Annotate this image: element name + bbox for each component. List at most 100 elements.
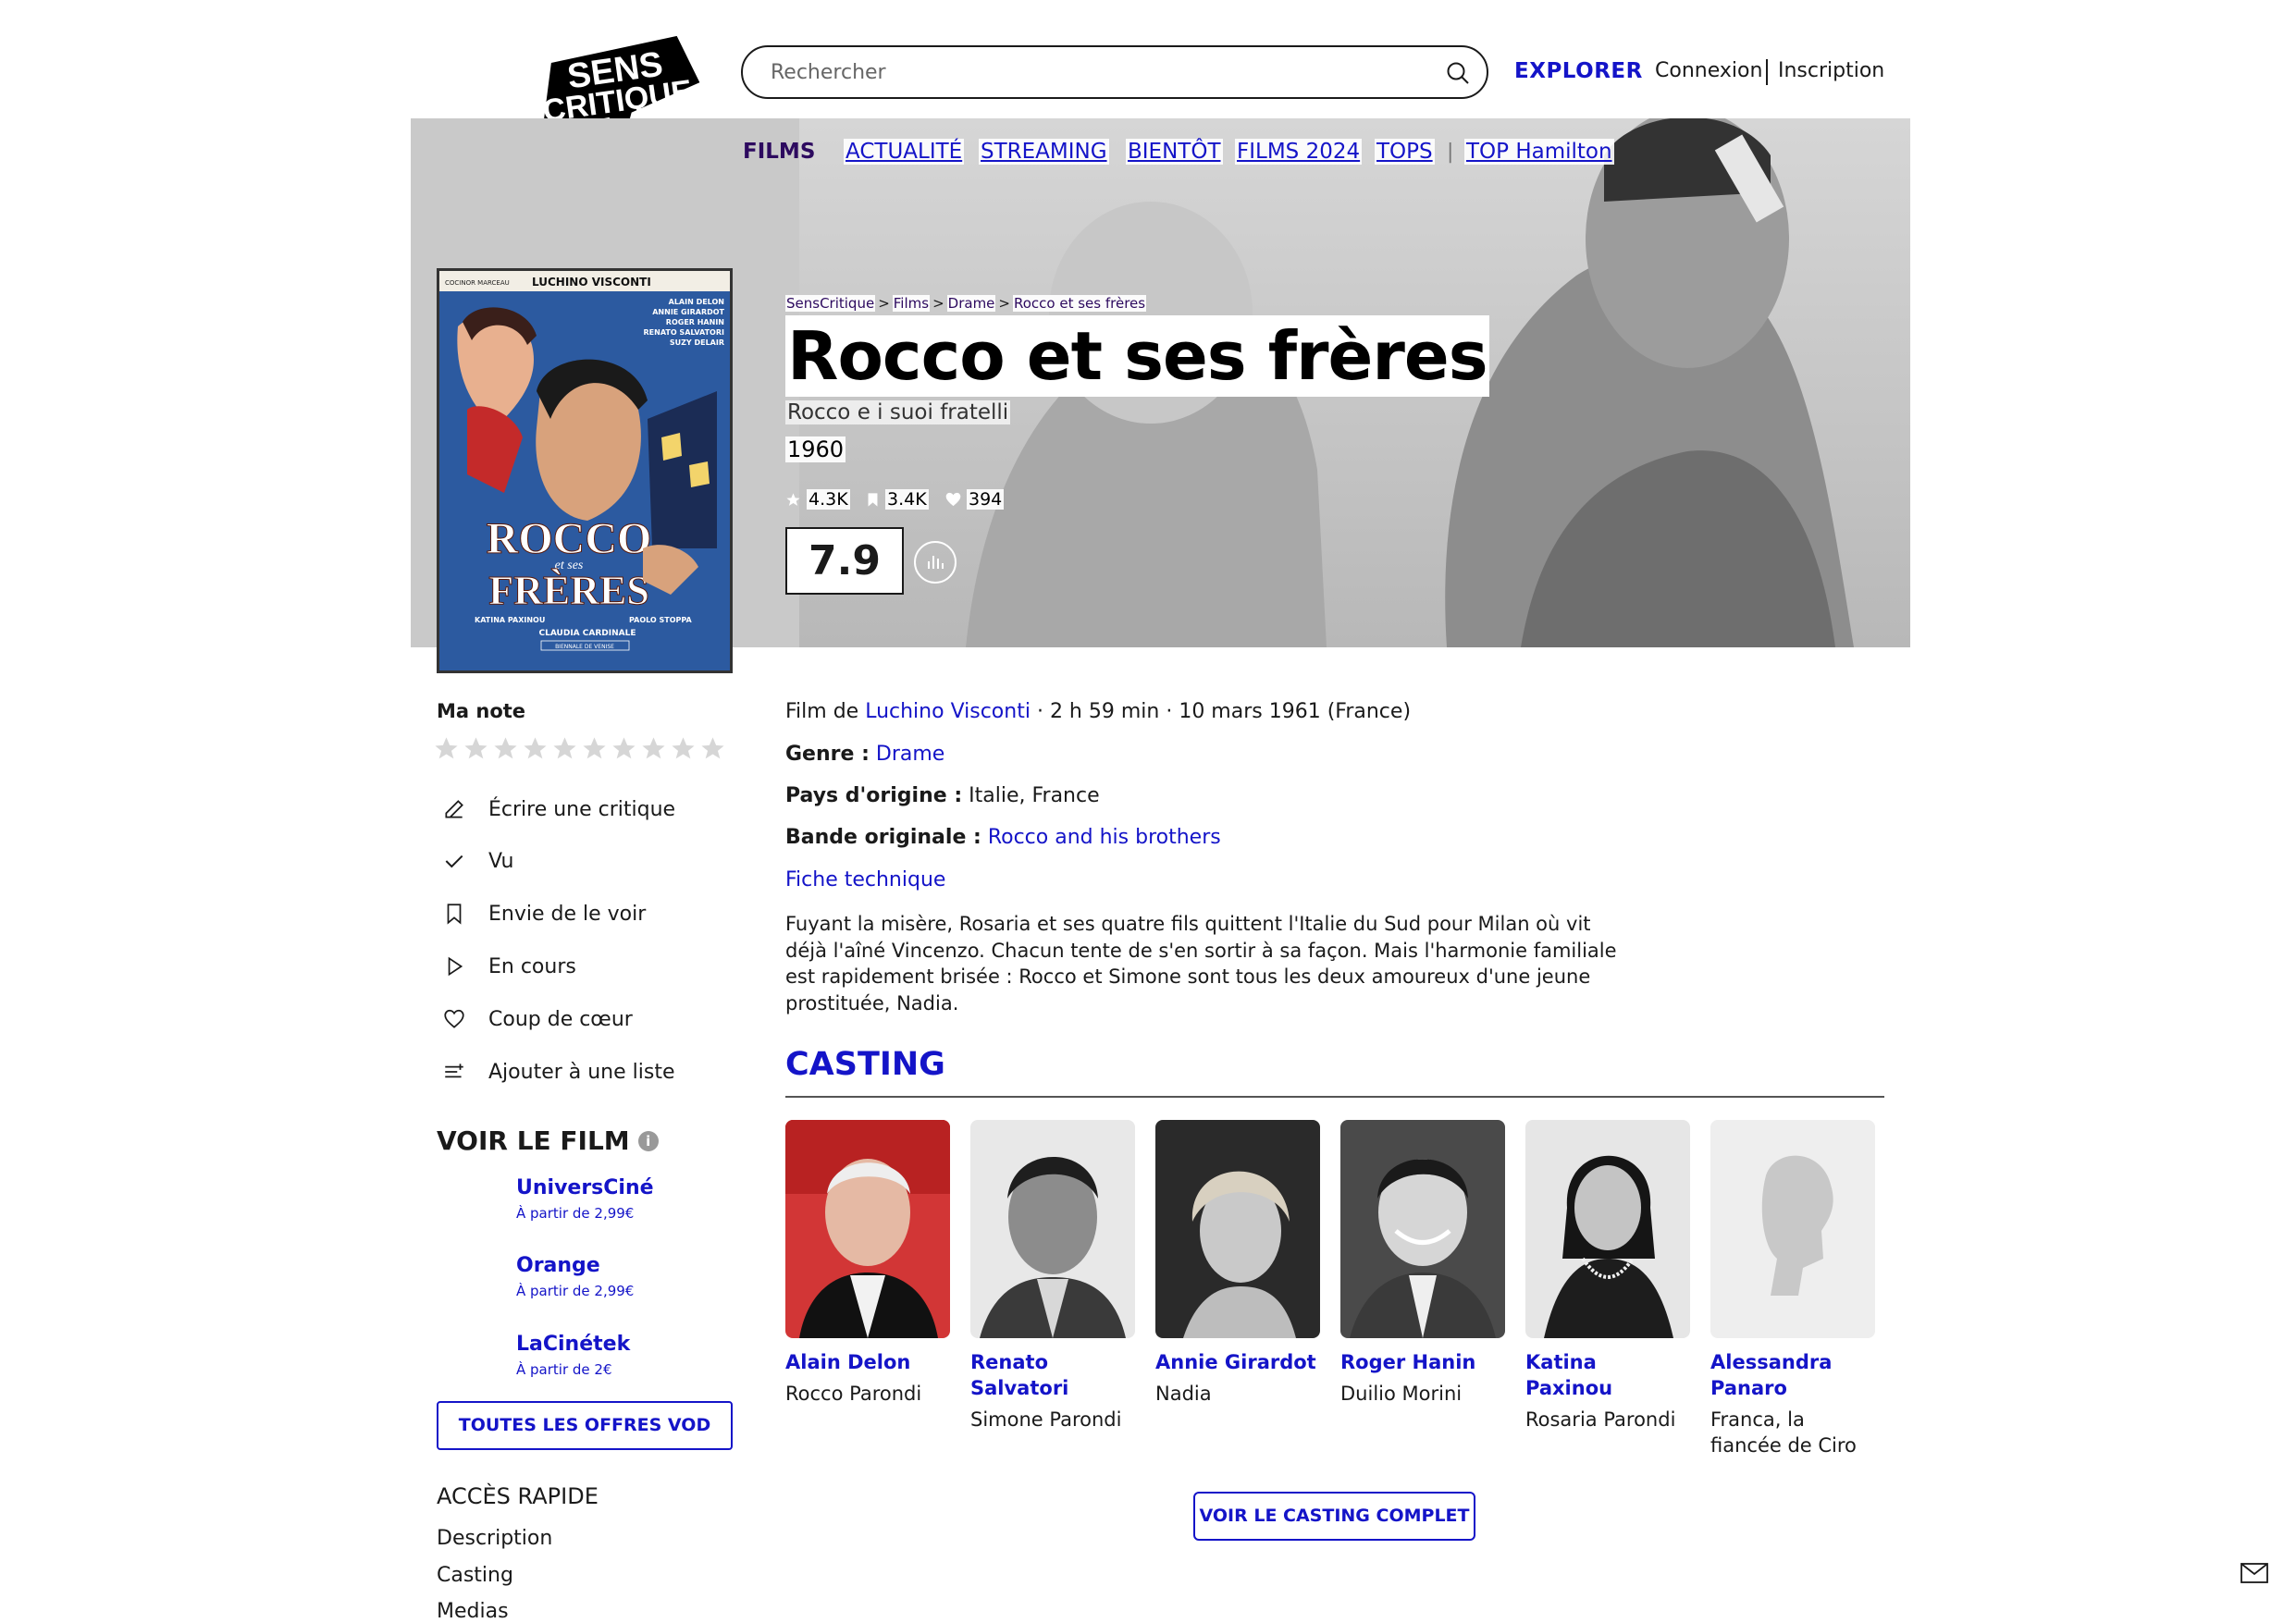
vod-provider-name: Orange: [516, 1254, 600, 1277]
country-value: Italie, France: [969, 784, 1100, 807]
genre-link[interactable]: Drame: [876, 743, 944, 766]
info-icon[interactable]: i: [637, 1130, 659, 1151]
bar-chart-icon: [928, 556, 944, 569]
actor-name: Alain Delon: [785, 1351, 911, 1373]
search-input[interactable]: [771, 57, 1418, 87]
heart-icon: [945, 492, 961, 507]
auth-divider: [1766, 59, 1768, 85]
mail-icon[interactable]: [2240, 1563, 2268, 1583]
nav-films-2024[interactable]: FILMS 2024: [1235, 139, 1363, 165]
quick-link-description[interactable]: Description: [437, 1527, 552, 1550]
action-label: Envie de le voir: [488, 902, 647, 926]
pencil-icon: [445, 800, 463, 818]
poster-title-1: ROCCO: [487, 514, 652, 563]
bookmark-icon: [868, 492, 878, 507]
cast-card[interactable]: Alain Delon Rocco Parondi: [785, 1120, 950, 1407]
rating-star-icon[interactable]: [640, 735, 667, 762]
rating-star-icon[interactable]: [699, 735, 726, 762]
wishlist-count: 3.4K: [866, 489, 929, 510]
character-name: Simone Parondi: [970, 1408, 1122, 1431]
breadcrumb-current[interactable]: Rocco et ses frères: [1012, 295, 1147, 312]
vod-price: À partir de 2€: [516, 1361, 612, 1378]
rating-star-icon[interactable]: [522, 735, 549, 762]
technical-sheet-link[interactable]: Fiche technique: [785, 868, 945, 891]
search-icon[interactable]: [1444, 59, 1472, 87]
director-link[interactable]: Luchino Visconti: [865, 700, 1031, 723]
actor-name: Katina Paxinou: [1525, 1351, 1613, 1399]
poster-cast-1: ALAIN DELON: [669, 298, 724, 306]
poster-credit: COCINOR MARCEAU: [445, 279, 510, 287]
rating-star-icon[interactable]: [463, 735, 489, 762]
poster-bottom-3: CLAUDIA CARDINALE: [539, 629, 636, 638]
action-label: Écrire une critique: [488, 797, 676, 821]
poster-cast-3: ROGER HANIN: [666, 318, 724, 326]
wishlist-action[interactable]: Envie de le voir: [442, 902, 646, 926]
actor-photo: [1525, 1120, 1690, 1338]
vod-offer[interactable]: UniversCiné À partir de 2,99€: [516, 1176, 654, 1222]
poster-director: LUCHINO VISCONTI: [532, 276, 651, 289]
character-name: Nadia: [1155, 1383, 1212, 1405]
movie-poster[interactable]: COCINOR MARCEAU LUCHINO VISCONTI ALAIN D…: [437, 268, 733, 673]
genre-line: Genre : Drame: [785, 743, 944, 766]
casting-title: CASTING: [785, 1046, 945, 1083]
nav-top-hamilton[interactable]: TOP Hamilton: [1464, 139, 1614, 165]
vod-provider-name: LaCinétek: [516, 1333, 631, 1356]
rating-star-icon[interactable]: [551, 735, 578, 762]
breadcrumb-films[interactable]: Films: [892, 295, 931, 312]
cast-card[interactable]: Renato Salvatori Simone Parondi: [970, 1120, 1135, 1432]
vod-price: À partir de 2,99€: [516, 1205, 635, 1222]
action-label: En cours: [488, 954, 576, 978]
check-icon: [445, 855, 463, 868]
cast-card[interactable]: Alessandra Panaro Franca, la fiancée de …: [1710, 1120, 1875, 1458]
rating-star-icon[interactable]: [611, 735, 637, 762]
character-name: Rosaria Parondi: [1525, 1408, 1676, 1431]
nav-streaming[interactable]: STREAMING: [979, 139, 1109, 165]
rating-stars[interactable]: [433, 735, 726, 762]
film-de-label: Film de: [785, 700, 859, 723]
synopsis: Fuyant la misère, Rosaria et ses quatre …: [785, 913, 1617, 1014]
quick-link-casting[interactable]: Casting: [437, 1564, 513, 1587]
write-review-action[interactable]: Écrire une critique: [442, 797, 675, 821]
breadcrumb-separator: >: [878, 295, 890, 312]
nav-bientot[interactable]: BIENTÔT: [1126, 139, 1223, 165]
poster-cast-4: RENATO SALVATORI: [644, 328, 725, 337]
actor-name: Alessandra Panaro: [1710, 1351, 1833, 1399]
likes-count: 394: [945, 489, 1005, 510]
vod-offer[interactable]: Orange À partir de 2,99€: [516, 1254, 634, 1299]
rating-star-icon[interactable]: [492, 735, 519, 762]
cast-card[interactable]: Roger Hanin Duilio Morini: [1340, 1120, 1505, 1407]
poster-cast-5: SUZY DELAIR: [670, 338, 724, 347]
add-to-list-action[interactable]: Ajouter à une liste: [442, 1060, 675, 1084]
heart-icon: [444, 1009, 464, 1028]
actor-photo: [785, 1120, 950, 1338]
average-score: 7.9: [785, 527, 904, 595]
actor-photo: [970, 1120, 1135, 1338]
connexion-link[interactable]: Connexion: [1655, 59, 1762, 82]
list-add-icon: [445, 1064, 463, 1078]
nav-tops[interactable]: TOPS: [1375, 139, 1435, 165]
in-progress-action[interactable]: En cours: [442, 954, 576, 978]
cast-card[interactable]: Annie Girardot Nadia: [1155, 1120, 1320, 1407]
soundtrack-line: Bande originale : Rocco and his brothers: [785, 826, 1221, 849]
seen-action[interactable]: Vu: [442, 849, 514, 873]
search-bar[interactable]: [741, 45, 1488, 99]
breadcrumb-drame[interactable]: Drame: [946, 295, 996, 312]
nav-films[interactable]: FILMS: [741, 139, 817, 165]
rating-star-icon[interactable]: [581, 735, 608, 762]
breadcrumb-separator: >: [998, 295, 1010, 312]
full-casting-button[interactable]: VOIR LE CASTING COMPLET: [1193, 1492, 1475, 1541]
favorite-action[interactable]: Coup de cœur: [442, 1007, 633, 1031]
inscription-link[interactable]: Inscription: [1778, 59, 1884, 82]
all-vod-offers-button[interactable]: TOUTES LES OFFRES VOD: [437, 1401, 733, 1450]
character-name: Duilio Morini: [1340, 1383, 1463, 1405]
explorer-link[interactable]: EXPLORER: [1514, 59, 1643, 83]
rating-star-icon[interactable]: [670, 735, 697, 762]
breadcrumb-senscritique[interactable]: SensCritique: [785, 295, 876, 312]
rating-distribution-button[interactable]: [914, 541, 957, 584]
rating-star-icon[interactable]: [433, 735, 460, 762]
cast-card[interactable]: Katina Paxinou Rosaria Parondi: [1525, 1120, 1690, 1432]
quick-link-medias[interactable]: Medias: [437, 1600, 509, 1623]
vod-offer[interactable]: LaCinétek À partir de 2€: [516, 1333, 630, 1378]
soundtrack-link[interactable]: Rocco and his brothers: [988, 826, 1221, 849]
nav-actualite[interactable]: ACTUALITÉ: [844, 139, 965, 165]
